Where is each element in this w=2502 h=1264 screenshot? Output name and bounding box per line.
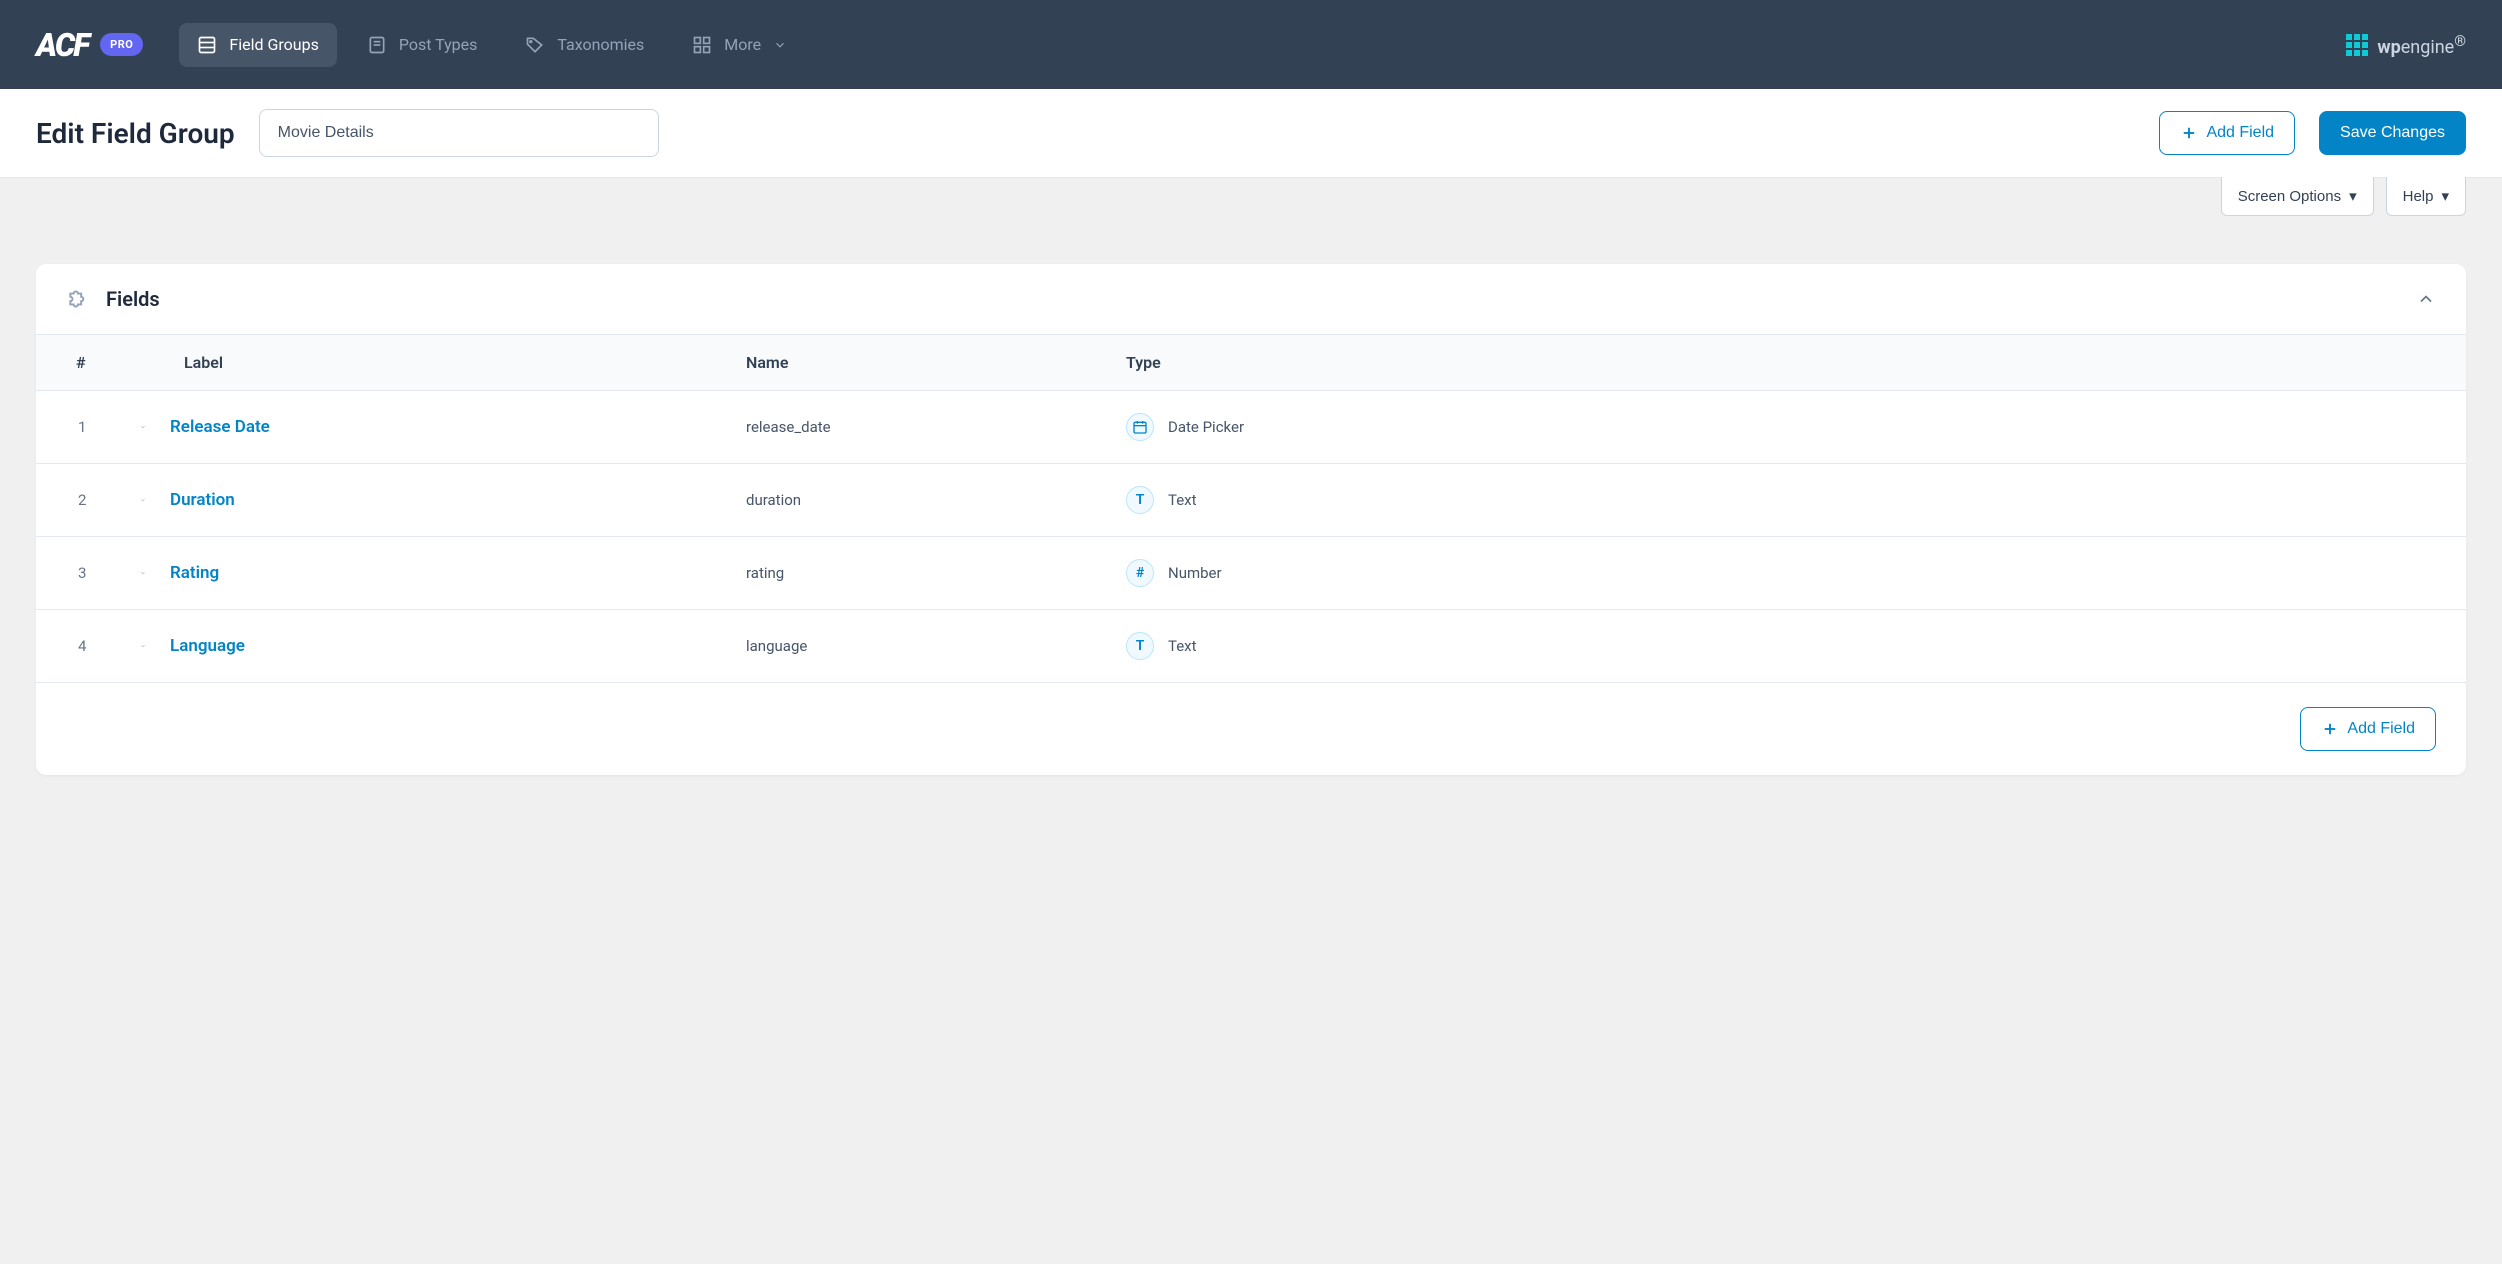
field-type-label: Text bbox=[1168, 491, 1197, 509]
file-icon bbox=[367, 35, 387, 55]
field-num: 1 bbox=[36, 418, 126, 436]
panel-title: Fields bbox=[106, 287, 160, 311]
acf-logo: ACF bbox=[36, 26, 88, 64]
page-title: Edit Field Group bbox=[36, 117, 235, 150]
field-row: 2 Duration duration T Text bbox=[36, 464, 2466, 537]
panel-head: Fields bbox=[36, 264, 2466, 334]
field-row: 4 Language language T Text bbox=[36, 610, 2466, 683]
field-label-link[interactable]: Duration bbox=[170, 490, 235, 510]
grid-icon bbox=[692, 35, 712, 55]
chevron-down-icon[interactable] bbox=[126, 419, 146, 435]
chevron-down-icon[interactable] bbox=[126, 638, 146, 654]
chevron-down-icon[interactable] bbox=[126, 492, 146, 508]
field-type-label: Text bbox=[1168, 637, 1197, 655]
type-icon: T bbox=[1126, 486, 1154, 514]
nav-field-groups[interactable]: Field Groups bbox=[179, 23, 336, 67]
field-type: # Number bbox=[1126, 559, 2466, 587]
type-icon bbox=[1126, 413, 1154, 441]
tag-icon bbox=[525, 35, 545, 55]
add-field-footer-label: Add Field bbox=[2347, 720, 2415, 738]
field-num: 4 bbox=[36, 637, 126, 655]
field-type-label: Number bbox=[1168, 564, 1222, 582]
nav-post-types[interactable]: Post Types bbox=[349, 23, 496, 67]
options-row: Screen Options ▾ Help ▾ bbox=[0, 177, 2502, 216]
nav-more-label: More bbox=[724, 35, 761, 54]
topbar: ACF PRO Field Groups Post Types Taxonomi… bbox=[0, 0, 2502, 89]
save-changes-label: Save Changes bbox=[2340, 124, 2445, 142]
field-type: T Text bbox=[1126, 486, 2466, 514]
layout-icon bbox=[197, 35, 217, 55]
wpengine-prefix: wp bbox=[2377, 37, 2400, 58]
wpengine-brand: wpengine® bbox=[2345, 32, 2466, 58]
triangle-down-icon: ▾ bbox=[2349, 187, 2357, 205]
wpengine-suffix: engine bbox=[2401, 37, 2454, 58]
nav-post-types-label: Post Types bbox=[399, 35, 478, 54]
field-label-link[interactable]: Release Date bbox=[170, 417, 270, 437]
field-type: Date Picker bbox=[1126, 413, 2466, 441]
field-type-label: Date Picker bbox=[1168, 418, 1244, 436]
field-label-link[interactable]: Rating bbox=[170, 563, 219, 583]
field-label-link[interactable]: Language bbox=[170, 636, 245, 656]
field-num: 3 bbox=[36, 564, 126, 582]
field-name: language bbox=[746, 637, 1126, 655]
plus-icon bbox=[2321, 720, 2339, 738]
add-field-button[interactable]: Add Field bbox=[2159, 111, 2295, 155]
field-row: 3 Rating rating # Number bbox=[36, 537, 2466, 610]
nav-items: Field Groups Post Types Taxonomies More bbox=[179, 23, 805, 67]
chevron-up-icon[interactable] bbox=[2416, 289, 2436, 309]
field-type: T Text bbox=[1126, 632, 2466, 660]
nav-taxonomies-label: Taxonomies bbox=[557, 35, 644, 54]
panel-footer: Add Field bbox=[36, 683, 2466, 775]
col-num-header: # bbox=[36, 353, 126, 372]
add-field-footer-button[interactable]: Add Field bbox=[2300, 707, 2436, 751]
field-name: release_date bbox=[746, 418, 1126, 436]
nav-field-groups-label: Field Groups bbox=[229, 35, 318, 54]
screen-options-button[interactable]: Screen Options ▾ bbox=[2221, 177, 2374, 216]
col-type-header: Type bbox=[1126, 353, 2466, 372]
save-changes-button[interactable]: Save Changes bbox=[2319, 111, 2466, 155]
chevron-down-icon[interactable] bbox=[126, 565, 146, 581]
table-head: # Label Name Type bbox=[36, 334, 2466, 391]
type-icon: # bbox=[1126, 559, 1154, 587]
col-label-header: Label bbox=[126, 353, 746, 372]
field-name: rating bbox=[746, 564, 1126, 582]
logo-group: ACF PRO bbox=[36, 26, 143, 64]
nav-more[interactable]: More bbox=[674, 23, 805, 67]
field-row: 1 Release Date release_date Date Picker bbox=[36, 391, 2466, 464]
chevron-down-icon bbox=[773, 38, 787, 52]
plus-icon bbox=[2180, 124, 2198, 142]
field-name: duration bbox=[746, 491, 1126, 509]
fields-panel: Fields # Label Name Type 1 Release Date … bbox=[36, 264, 2466, 775]
puzzle-icon bbox=[66, 286, 92, 312]
type-icon: T bbox=[1126, 632, 1154, 660]
help-label: Help bbox=[2403, 188, 2434, 205]
triangle-down-icon: ▾ bbox=[2441, 187, 2449, 205]
field-num: 2 bbox=[36, 491, 126, 509]
screen-options-label: Screen Options bbox=[2238, 188, 2341, 205]
col-name-header: Name bbox=[746, 353, 1126, 372]
nav-taxonomies[interactable]: Taxonomies bbox=[507, 23, 662, 67]
pro-badge: PRO bbox=[100, 33, 143, 56]
add-field-label: Add Field bbox=[2206, 124, 2274, 142]
header-row: Edit Field Group Add Field Save Changes bbox=[0, 89, 2502, 178]
group-name-input[interactable] bbox=[259, 109, 659, 157]
wpengine-icon bbox=[2345, 33, 2369, 57]
help-button[interactable]: Help ▾ bbox=[2386, 177, 2466, 216]
